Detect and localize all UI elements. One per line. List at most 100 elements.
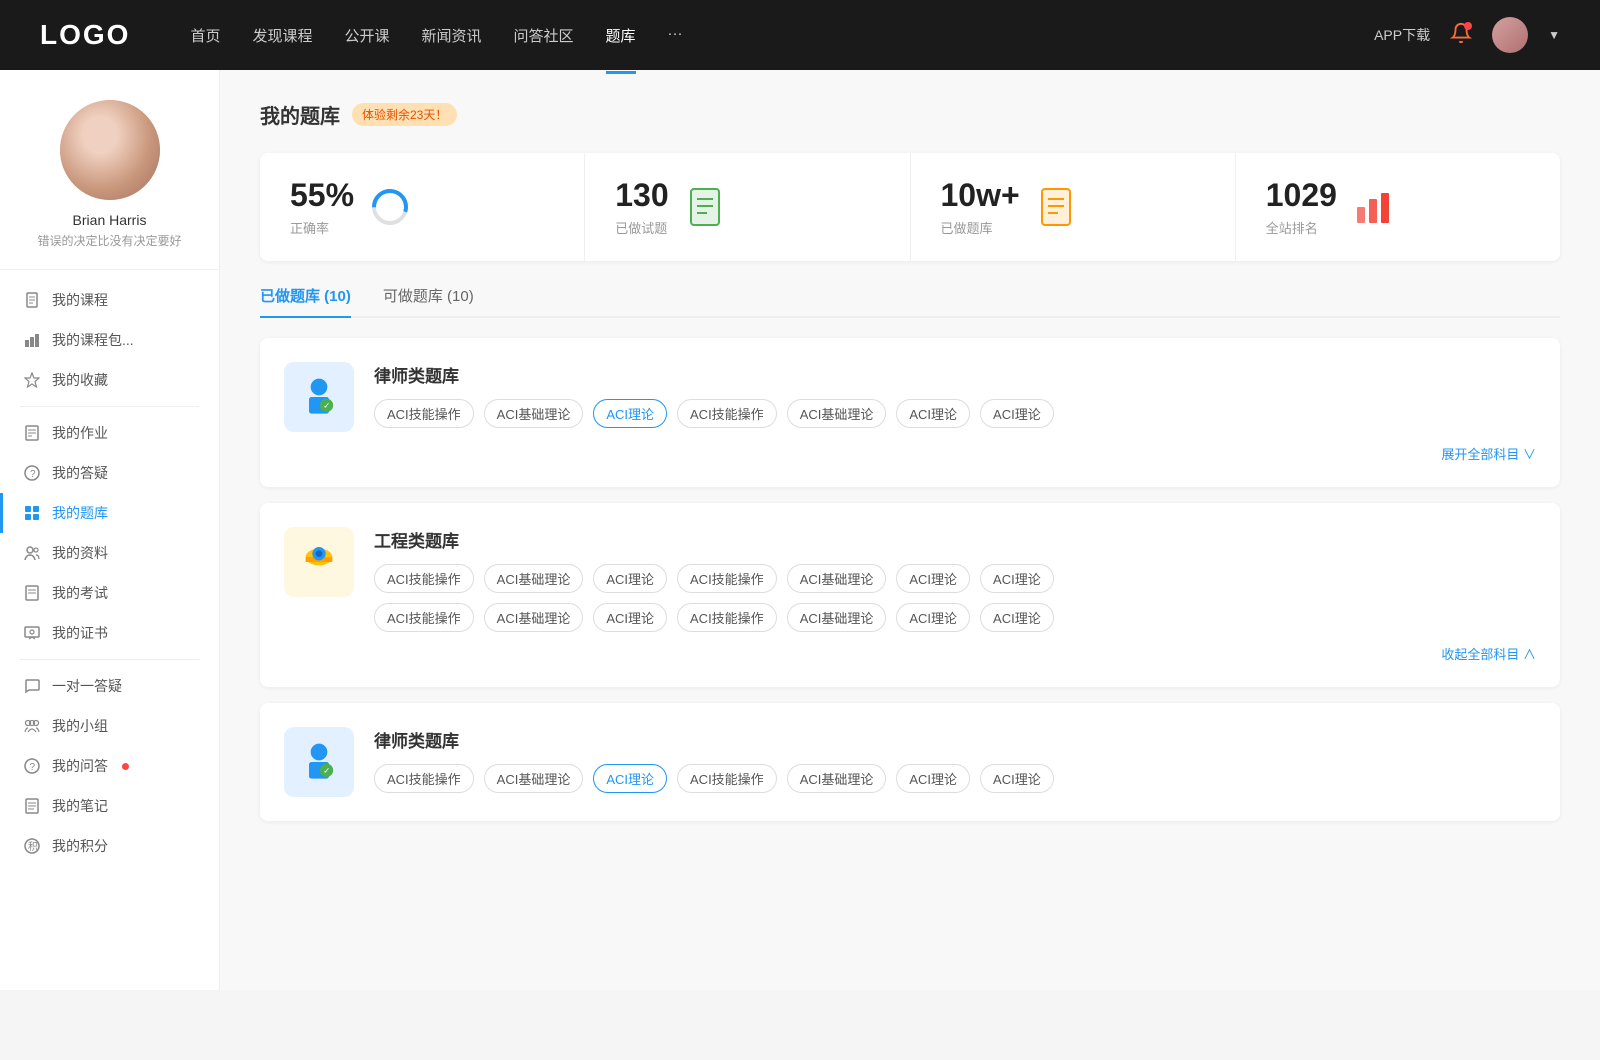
- lawyer-icon: ✓: [284, 362, 354, 432]
- profile-chevron-icon[interactable]: ▼: [1548, 28, 1560, 42]
- bank-tag[interactable]: ACI技能操作: [374, 764, 474, 793]
- bank-tag[interactable]: ACI理论: [593, 564, 667, 593]
- stat-rank-value: 1029: [1266, 177, 1337, 214]
- bank-card-header: 工程类题库 ACI技能操作 ACI基础理论 ACI理论 ACI技能操作 ACI基…: [284, 527, 1536, 632]
- sidebar-item-points[interactable]: 积 我的积分: [0, 826, 219, 866]
- avatar[interactable]: [1492, 17, 1528, 53]
- qa-icon: ?: [24, 758, 40, 774]
- bank-tag[interactable]: ACI技能操作: [374, 603, 474, 632]
- tab-done-banks[interactable]: 已做题库 (10): [260, 285, 351, 316]
- divider1: [20, 406, 199, 407]
- bank-tag[interactable]: ACI基础理论: [484, 764, 584, 793]
- bank-tags: ACI技能操作 ACI基础理论 ACI理论 ACI技能操作 ACI基础理论 AC…: [374, 764, 1536, 793]
- bank-card-engineering: 工程类题库 ACI技能操作 ACI基础理论 ACI理论 ACI技能操作 ACI基…: [260, 503, 1560, 687]
- sidebar-one-on-one-label: 一对一答疑: [52, 676, 122, 696]
- svg-text:?: ?: [30, 469, 36, 480]
- sidebar-item-profile[interactable]: 我的资料: [0, 533, 219, 573]
- bank-tag[interactable]: ACI基础理论: [484, 603, 584, 632]
- bank-tag[interactable]: ACI技能操作: [374, 564, 474, 593]
- nav-home[interactable]: 首页: [190, 21, 220, 50]
- bank-tag[interactable]: ACI理论: [980, 764, 1054, 793]
- nav-qa[interactable]: 问答社区: [514, 21, 574, 50]
- page-layout: Brian Harris 错误的决定比没有决定要好 我的课程 我的课程包...: [0, 70, 1600, 990]
- tab-available-banks[interactable]: 可做题库 (10): [383, 285, 474, 316]
- sidebar-item-notes[interactable]: 我的笔记: [0, 786, 219, 826]
- bank-tag[interactable]: ACI理论: [593, 603, 667, 632]
- app-download-button[interactable]: APP下载: [1374, 25, 1430, 45]
- sidebar-points-label: 我的积分: [52, 836, 108, 856]
- nav-open-course[interactable]: 公开课: [344, 21, 389, 50]
- notes-icon: [24, 798, 40, 814]
- bank-tag[interactable]: ACI技能操作: [374, 399, 474, 428]
- bank-tag[interactable]: ACI基础理论: [787, 564, 887, 593]
- bar-chart-icon: [24, 332, 40, 348]
- bank-tag[interactable]: ACI理论: [896, 564, 970, 593]
- sidebar-username: Brian Harris: [73, 212, 147, 228]
- sidebar-item-certificate[interactable]: 我的证书: [0, 613, 219, 653]
- bank-title: 律师类题库: [374, 362, 1536, 387]
- svg-text:?: ?: [30, 762, 36, 773]
- bank-tag-active[interactable]: ACI理论: [593, 399, 667, 428]
- bank-tag[interactable]: ACI基础理论: [787, 399, 887, 428]
- bank-tag[interactable]: ACI基础理论: [484, 399, 584, 428]
- bank-tag[interactable]: ACI基础理论: [787, 764, 887, 793]
- bank-tag-active[interactable]: ACI理论: [593, 764, 667, 793]
- sidebar-item-group[interactable]: 我的小组: [0, 706, 219, 746]
- nav-more[interactable]: ···: [668, 21, 683, 50]
- bank-tag[interactable]: ACI基础理论: [787, 603, 887, 632]
- bank-tag[interactable]: ACI技能操作: [677, 399, 777, 428]
- bank-tag[interactable]: ACI技能操作: [677, 564, 777, 593]
- sidebar-item-my-questions[interactable]: ? 我的问答: [0, 746, 219, 786]
- bank-tag[interactable]: ACI理论: [896, 764, 970, 793]
- bank-tag[interactable]: ACI技能操作: [677, 603, 777, 632]
- nav-discover[interactable]: 发现课程: [252, 21, 312, 50]
- stat-done-banks: 10w+ 已做题库: [911, 153, 1236, 261]
- sidebar-item-exam[interactable]: 我的考试: [0, 573, 219, 613]
- notification-dot: [1464, 22, 1472, 30]
- chat-icon: [24, 678, 40, 694]
- bank-tag[interactable]: ACI基础理论: [484, 564, 584, 593]
- lawyer-icon2: ✓: [284, 727, 354, 797]
- sidebar-item-my-qa[interactable]: ? 我的答疑: [0, 453, 219, 493]
- sidebar: Brian Harris 错误的决定比没有决定要好 我的课程 我的课程包...: [0, 70, 220, 990]
- stat-done-value: 130: [615, 177, 668, 214]
- stat-accuracy: 55% 正确率: [260, 153, 585, 261]
- bank-title: 律师类题库: [374, 727, 1536, 752]
- sidebar-item-one-on-one[interactable]: 一对一答疑: [0, 666, 219, 706]
- sidebar-profile-label: 我的资料: [52, 543, 108, 563]
- exam-icon: [24, 585, 40, 601]
- nav-question-bank[interactable]: 题库: [606, 21, 636, 50]
- bank-card-body: 律师类题库 ACI技能操作 ACI基础理论 ACI理论 ACI技能操作 ACI基…: [374, 362, 1536, 428]
- stat-banks-label: 已做题库: [941, 218, 1020, 237]
- sidebar-certificate-label: 我的证书: [52, 623, 108, 643]
- bank-tag[interactable]: ACI理论: [980, 603, 1054, 632]
- bank-tag[interactable]: ACI理论: [980, 564, 1054, 593]
- bank-card-body: 工程类题库 ACI技能操作 ACI基础理论 ACI理论 ACI技能操作 ACI基…: [374, 527, 1536, 632]
- sidebar-item-course-package[interactable]: 我的课程包...: [0, 320, 219, 360]
- sidebar-item-course[interactable]: 我的课程: [0, 280, 219, 320]
- bank-tags-row2: ACI技能操作 ACI基础理论 ACI理论 ACI技能操作 ACI基础理论 AC…: [374, 603, 1536, 632]
- sidebar-item-homework[interactable]: 我的作业: [0, 413, 219, 453]
- logo: LOGO: [40, 19, 130, 51]
- stat-rank: 1029 全站排名: [1236, 153, 1560, 261]
- sidebar-item-favorites[interactable]: 我的收藏: [0, 360, 219, 400]
- avatar-image: [1492, 17, 1528, 53]
- bank-tag[interactable]: ACI理论: [896, 399, 970, 428]
- collapse-button-engineering[interactable]: 收起全部科目 ∧: [284, 644, 1536, 663]
- sidebar-question-bank-label: 我的题库: [52, 503, 108, 523]
- bank-tag[interactable]: ACI技能操作: [677, 764, 777, 793]
- stat-done-label: 已做试题: [615, 218, 668, 237]
- sidebar-menu: 我的课程 我的课程包... 我的收藏 我的作业: [0, 270, 219, 876]
- nav-links: 首页 发现课程 公开课 新闻资讯 问答社区 题库 ···: [190, 21, 1374, 50]
- bank-title: 工程类题库: [374, 527, 1536, 552]
- doc-green-icon: [685, 187, 725, 227]
- expand-button-lawyer1[interactable]: 展开全部科目 ∨: [284, 444, 1536, 463]
- bank-tag[interactable]: ACI理论: [896, 603, 970, 632]
- bank-tag[interactable]: ACI理论: [980, 399, 1054, 428]
- stat-banks-value: 10w+: [941, 177, 1020, 214]
- bank-card-header: ✓ 律师类题库 ACI技能操作 ACI基础理论 ACI理论 ACI技能操作 AC…: [284, 362, 1536, 432]
- sidebar-item-question-bank[interactable]: 我的题库: [0, 493, 219, 533]
- sidebar-favorites-label: 我的收藏: [52, 370, 108, 390]
- notification-bell[interactable]: [1450, 22, 1472, 49]
- nav-news[interactable]: 新闻资讯: [422, 21, 482, 50]
